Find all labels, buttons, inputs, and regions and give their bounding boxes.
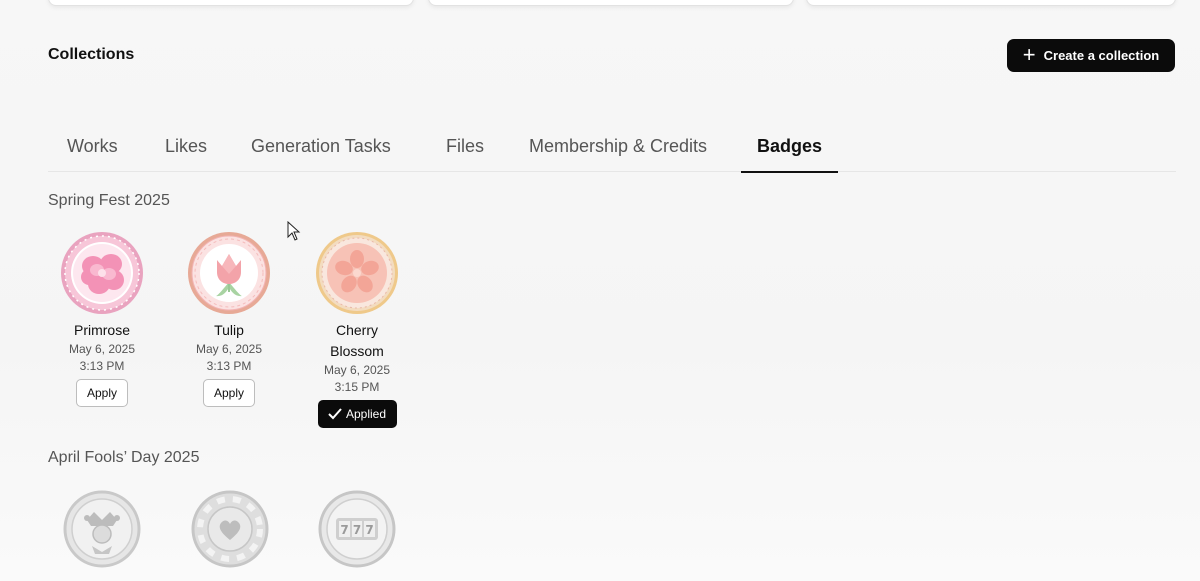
tulip-badge-icon bbox=[188, 232, 270, 314]
top-card[interactable] bbox=[428, 0, 794, 6]
tab-membership-credits[interactable]: Membership & Credits bbox=[529, 136, 707, 172]
badge-date: May 6, 2025 bbox=[68, 342, 136, 356]
tab-likes[interactable]: Likes bbox=[165, 136, 207, 172]
badge-name: Cherry Blossom bbox=[330, 322, 384, 359]
tab-files[interactable]: Files bbox=[446, 136, 484, 172]
page-title: Collections bbox=[48, 46, 135, 63]
badge-card: Cherry Blossom May 6, 2025 3:15 PM Appli… bbox=[302, 230, 412, 428]
badge-card: Primrose May 6, 2025 3:13 PM Apply bbox=[47, 230, 157, 407]
top-card[interactable] bbox=[806, 0, 1176, 6]
slot-777-badge-icon[interactable]: 7 7 7 bbox=[318, 490, 396, 568]
badge-group-title: Spring Fest 2025 bbox=[48, 192, 170, 209]
create-collection-label: Create a collection bbox=[1043, 48, 1160, 63]
top-card[interactable] bbox=[48, 0, 414, 6]
top-card-row bbox=[48, 0, 1176, 6]
badge-date: May 6, 2025 bbox=[195, 342, 263, 356]
create-collection-button[interactable]: + Create a collection bbox=[1007, 39, 1175, 72]
badge-name: Tulip bbox=[214, 322, 244, 338]
tab-badges[interactable]: Badges bbox=[740, 136, 839, 173]
check-icon bbox=[328, 408, 342, 420]
badge-time: 3:15 PM bbox=[334, 380, 380, 394]
badge-card: Tulip May 6, 2025 3:13 PM Apply bbox=[174, 230, 284, 407]
jester-badge-icon[interactable] bbox=[63, 490, 141, 568]
svg-text:7: 7 bbox=[365, 523, 373, 537]
svg-text:7: 7 bbox=[353, 523, 361, 537]
plus-icon: + bbox=[1022, 41, 1036, 67]
badge-time: 3:13 PM bbox=[79, 359, 125, 373]
apply-button[interactable]: Apply bbox=[203, 379, 255, 407]
cherry-blossom-badge-icon bbox=[316, 232, 398, 314]
apply-button[interactable]: Apply bbox=[76, 379, 128, 407]
badge-group-title: April Fools’ Day 2025 bbox=[48, 449, 200, 466]
badge-date: May 6, 2025 bbox=[323, 363, 391, 377]
badge-name: Primrose bbox=[73, 322, 130, 338]
poker-chip-heart-badge-icon[interactable] bbox=[191, 490, 269, 568]
tab-works[interactable]: Works bbox=[67, 136, 118, 172]
primrose-badge-icon bbox=[61, 232, 143, 314]
applied-label: Applied bbox=[345, 407, 387, 421]
applied-button[interactable]: Applied bbox=[317, 400, 397, 428]
tab-generation-tasks[interactable]: Generation Tasks bbox=[251, 136, 391, 172]
mouse-cursor-icon bbox=[287, 221, 301, 241]
badge-time: 3:13 PM bbox=[206, 359, 252, 373]
profile-tabs: Works Likes Generation Tasks Files Membe… bbox=[48, 126, 1176, 173]
svg-text:7: 7 bbox=[340, 523, 348, 537]
